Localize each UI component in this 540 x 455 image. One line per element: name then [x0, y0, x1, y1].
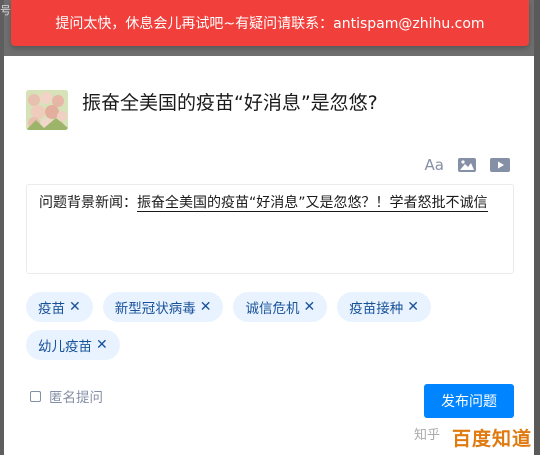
- watermark-zhihu: 知乎: [414, 428, 441, 443]
- close-icon[interactable]: ✕: [407, 299, 419, 315]
- close-icon[interactable]: ✕: [303, 299, 315, 315]
- tag-label: 疫苗接种: [349, 301, 404, 317]
- vaccine-photo-icon: [26, 90, 68, 130]
- question-thumbnail: [26, 90, 68, 130]
- description-prefix: 问题背景新闻：: [39, 195, 137, 211]
- editor-toolbar: Aa: [425, 156, 510, 174]
- close-icon[interactable]: ✕: [96, 337, 108, 353]
- tag-label: 幼儿疫苗: [38, 339, 92, 355]
- video-icon[interactable]: [490, 158, 510, 172]
- tag-integrity-crisis[interactable]: 诚信危机 ✕: [233, 292, 328, 322]
- tag-vaccination[interactable]: 疫苗接种 ✕: [337, 292, 431, 322]
- question-description-editor[interactable]: 问题背景新闻：振奋全美国的疫苗“好消息”又是忽悠？！学者怒批不诚信: [26, 184, 514, 274]
- font-size-icon[interactable]: Aa: [425, 156, 444, 174]
- anonymous-label: 匿名提问: [49, 390, 103, 406]
- close-icon[interactable]: ✕: [69, 299, 81, 315]
- toast-message: 提问太快，休息会儿再试吧~有疑问请联系：antispam@zhihu.com: [55, 16, 485, 32]
- rate-limit-toast: 提问太快，休息会儿再试吧~有疑问请联系：antispam@zhihu.com: [11, 0, 529, 46]
- background-right-edge: [534, 0, 540, 455]
- topic-tags: 疫苗 ✕ 新型冠状病毒 ✕ 诚信危机 ✕ 疫苗接种 ✕ 幼儿疫苗 ✕: [26, 292, 516, 360]
- image-icon[interactable]: [458, 158, 476, 172]
- watermark-baidu-zhidao: 百度知道: [452, 424, 533, 451]
- font-size-label: Aa: [424, 156, 444, 174]
- question-title: 振奋全美国的疫苗“好消息”是忽悠?: [82, 92, 378, 114]
- tag-vaccine[interactable]: 疫苗 ✕: [26, 292, 93, 322]
- tag-label: 新型冠状病毒: [114, 301, 196, 317]
- background-glyph: 号: [0, 4, 11, 17]
- news-link[interactable]: 振奋全美国的疫苗“好消息”又是忽悠？！学者怒批不诚信: [137, 195, 488, 212]
- tag-covid[interactable]: 新型冠状病毒 ✕: [102, 292, 224, 322]
- anonymous-toggle[interactable]: 匿名提问: [30, 386, 103, 406]
- tag-label: 诚信危机: [245, 301, 300, 317]
- close-icon[interactable]: ✕: [200, 299, 212, 315]
- ask-question-modal: 振奋全美国的疫苗“好消息”是忽悠? Aa 问题背景新闻：振奋全美国的疫苗“好消息…: [4, 56, 534, 455]
- publish-button[interactable]: 发布问题: [424, 384, 514, 418]
- tag-child-vaccine[interactable]: 幼儿疫苗 ✕: [26, 330, 120, 360]
- tag-label: 疫苗: [38, 301, 65, 317]
- anonymous-checkbox[interactable]: [30, 390, 41, 402]
